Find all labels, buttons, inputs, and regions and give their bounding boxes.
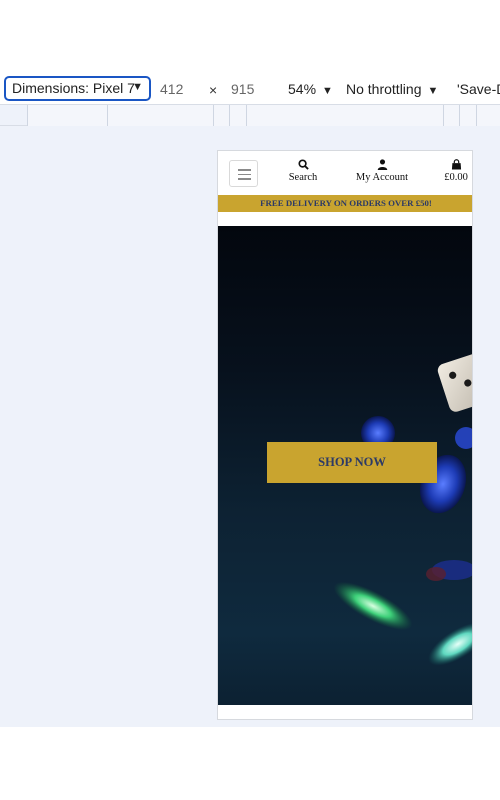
cart-total: £0.00 [444, 172, 468, 183]
nav-account-label: My Account [355, 172, 409, 183]
zoom-select[interactable]: 54% ▼ [288, 81, 333, 97]
ruler-segment[interactable] [213, 105, 229, 127]
nav-my-account[interactable]: My Account [352, 159, 412, 183]
hamburger-icon-bar [238, 178, 251, 180]
ruler-segment[interactable] [107, 105, 213, 127]
devtools-device-toolbar: Dimensions: Pixel 7 ▼ 412 × 915 54% ▼ No … [0, 72, 500, 104]
user-icon [377, 159, 387, 170]
media-query-ruler [0, 104, 500, 127]
nav-search-label: Search [288, 172, 318, 183]
hero-section: SHOP NOW [218, 226, 472, 705]
shop-now-button[interactable]: SHOP NOW [267, 442, 437, 483]
hamburger-icon [238, 169, 251, 171]
nav-search[interactable]: Search [286, 159, 320, 183]
shopping-bag-icon [451, 159, 461, 170]
chevron-down-icon: ▼ [132, 81, 143, 93]
chevron-down-icon: ▼ [427, 85, 439, 97]
site-header: Search My Account £0.00 [218, 151, 472, 195]
viewport-width-input[interactable]: 412 [160, 81, 183, 97]
ruler-segment[interactable] [459, 105, 476, 127]
dimension-separator: × [209, 82, 218, 98]
device-dimensions-select[interactable]: Dimensions: Pixel 7 ▼ [4, 76, 151, 101]
hamburger-icon-bar [238, 173, 251, 175]
ruler-segment[interactable] [476, 105, 500, 127]
ruler-segment[interactable] [246, 105, 443, 127]
nav-cart[interactable]: £0.00 [442, 159, 470, 183]
ruler-segment[interactable] [443, 105, 459, 127]
free-delivery-banner: FREE DELIVERY ON ORDERS OVER £50! [218, 195, 472, 212]
ruler-segment[interactable] [229, 105, 246, 127]
throttling-label: No throttling [346, 81, 422, 97]
save-data-select[interactable]: 'Save-D [457, 81, 500, 97]
viewport-height-input[interactable]: 915 [231, 81, 254, 97]
zoom-label: 54% [288, 81, 317, 97]
ruler-segment[interactable] [27, 105, 107, 127]
device-dimensions-label: Dimensions: Pixel 7 [12, 80, 135, 96]
chevron-down-icon: ▼ [322, 85, 333, 97]
hamburger-menu-button[interactable] [229, 160, 258, 187]
search-icon [297, 159, 309, 170]
throttling-select[interactable]: No throttling ▼ [346, 81, 438, 97]
device-viewport: Search My Account £0.00 FREE DELIVERY ON… [217, 150, 473, 720]
